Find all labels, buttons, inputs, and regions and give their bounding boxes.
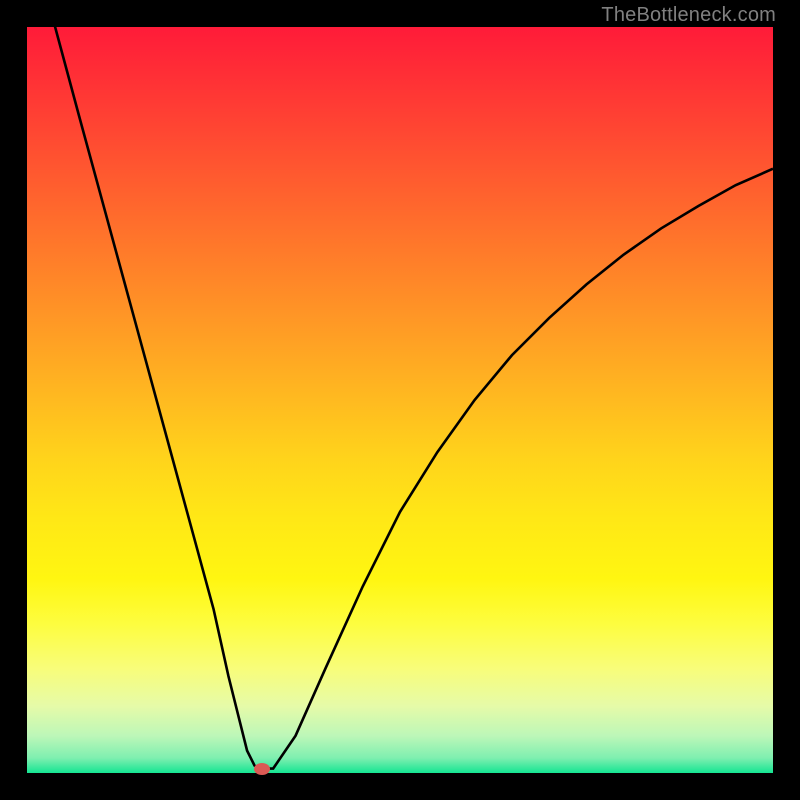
chart-plot-area [27, 27, 773, 773]
watermark-text: TheBottleneck.com [601, 4, 776, 27]
optimal-point-marker [254, 763, 270, 775]
bottleneck-curve [27, 27, 773, 773]
curve-path [53, 27, 773, 769]
